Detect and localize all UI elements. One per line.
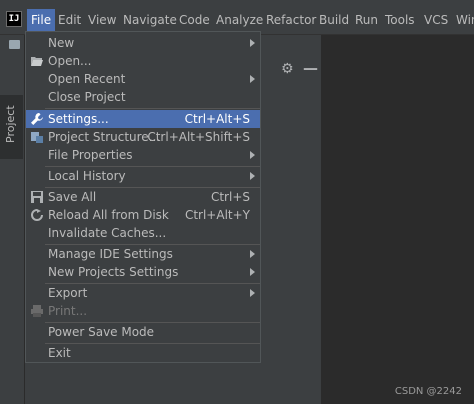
menu-run[interactable]: Run (355, 9, 378, 31)
submenu-arrow-icon (250, 289, 255, 297)
menu-vcs[interactable]: VCS (424, 9, 448, 31)
print-label: Print... (48, 304, 88, 318)
open-recent-label: Open Recent (48, 72, 126, 86)
open-folder-icon (31, 57, 43, 66)
submenu-arrow-icon (250, 151, 255, 159)
menu-row-invalidate-caches[interactable]: Invalidate Caches... (26, 224, 260, 242)
export-label: Export (48, 286, 88, 300)
reload-shortcut: Ctrl+Alt+Y (184, 208, 250, 222)
menu-view[interactable]: View (88, 9, 116, 31)
editor-area[interactable] (321, 58, 474, 404)
project-structure-icon (31, 132, 43, 143)
menu-row-file-properties[interactable]: File Properties (26, 146, 260, 164)
menu-edit[interactable]: Edit (58, 9, 81, 31)
save-all-label: Save All (48, 190, 97, 204)
power-save-mode-label: Power Save Mode (48, 325, 155, 339)
menu-row-print: Print... (26, 302, 260, 320)
menu-row-manage-ide-settings[interactable]: Manage IDE Settings (26, 245, 260, 263)
gear-icon[interactable]: ⚙ (281, 61, 294, 77)
menu-file[interactable]: File (27, 9, 56, 32)
menu-window[interactable]: Wind (456, 9, 474, 31)
menu-refactor[interactable]: Refactor (266, 9, 316, 31)
menu-row-export[interactable]: Export (26, 284, 260, 302)
menu-row-save-all[interactable]: Save All Ctrl+S (26, 188, 260, 206)
menu-code[interactable]: Code (179, 9, 210, 31)
menu-row-new-projects-settings[interactable]: New Projects Settings (26, 263, 260, 281)
app-logo-icon: IJ (6, 11, 22, 27)
menu-navigate[interactable]: Navigate (123, 9, 177, 31)
hide-panel-icon[interactable]: — (303, 59, 318, 77)
close-project-label: Close Project (48, 90, 126, 104)
menu-row-close-project[interactable]: Close Project (26, 88, 260, 106)
menu-tools[interactable]: Tools (385, 9, 415, 31)
tool-window-strip: Project (0, 35, 25, 404)
submenu-arrow-icon (250, 250, 255, 258)
menu-bar: IJ File Edit View Navigate Code Analyze … (0, 0, 474, 35)
file-menu-dropdown: New Open... Open Recent Close Project Se… (25, 31, 261, 363)
folder-icon[interactable] (9, 40, 20, 49)
project-tab-label: Project (4, 105, 17, 143)
menu-row-project-structure[interactable]: Project Structure... Ctrl+Alt+Shift+S (26, 128, 260, 146)
submenu-arrow-icon (250, 172, 255, 180)
menu-row-settings[interactable]: Settings... Ctrl+Alt+S (26, 110, 260, 128)
reload-icon (31, 209, 43, 221)
menu-row-open[interactable]: Open... (26, 52, 260, 70)
watermark: CSDN @2242 (394, 386, 462, 397)
menu-row-exit[interactable]: Exit (26, 344, 260, 362)
save-all-shortcut: Ctrl+S (210, 190, 250, 204)
submenu-arrow-icon (250, 75, 255, 83)
menu-separator (45, 108, 260, 109)
exit-label: Exit (48, 346, 71, 360)
new-label: New (48, 36, 75, 50)
submenu-arrow-icon (250, 39, 255, 47)
project-structure-label: Project Structure... (48, 130, 161, 144)
reload-label: Reload All from Disk (48, 208, 169, 222)
menu-row-local-history[interactable]: Local History (26, 167, 260, 185)
settings-label: Settings... (48, 112, 109, 126)
menu-row-power-save-mode[interactable]: Power Save Mode (26, 323, 260, 341)
settings-shortcut: Ctrl+Alt+S (184, 112, 250, 126)
invalidate-caches-label: Invalidate Caches... (48, 226, 167, 240)
wrench-icon (31, 113, 43, 125)
menu-row-open-recent[interactable]: Open Recent (26, 70, 260, 88)
menu-row-reload[interactable]: Reload All from Disk Ctrl+Alt+Y (26, 206, 260, 224)
manage-ide-settings-label: Manage IDE Settings (48, 247, 173, 261)
project-tool-tab[interactable]: Project (0, 95, 23, 159)
menu-analyze[interactable]: Analyze (216, 9, 263, 31)
open-label: Open... (48, 54, 92, 68)
project-structure-shortcut: Ctrl+Alt+Shift+S (147, 130, 250, 144)
print-icon (31, 305, 43, 317)
menu-build[interactable]: Build (319, 9, 349, 31)
save-icon (31, 191, 43, 203)
menu-row-new[interactable]: New (26, 34, 260, 52)
submenu-arrow-icon (250, 268, 255, 276)
file-properties-label: File Properties (48, 148, 133, 162)
local-history-label: Local History (48, 169, 126, 183)
new-projects-settings-label: New Projects Settings (48, 265, 179, 279)
